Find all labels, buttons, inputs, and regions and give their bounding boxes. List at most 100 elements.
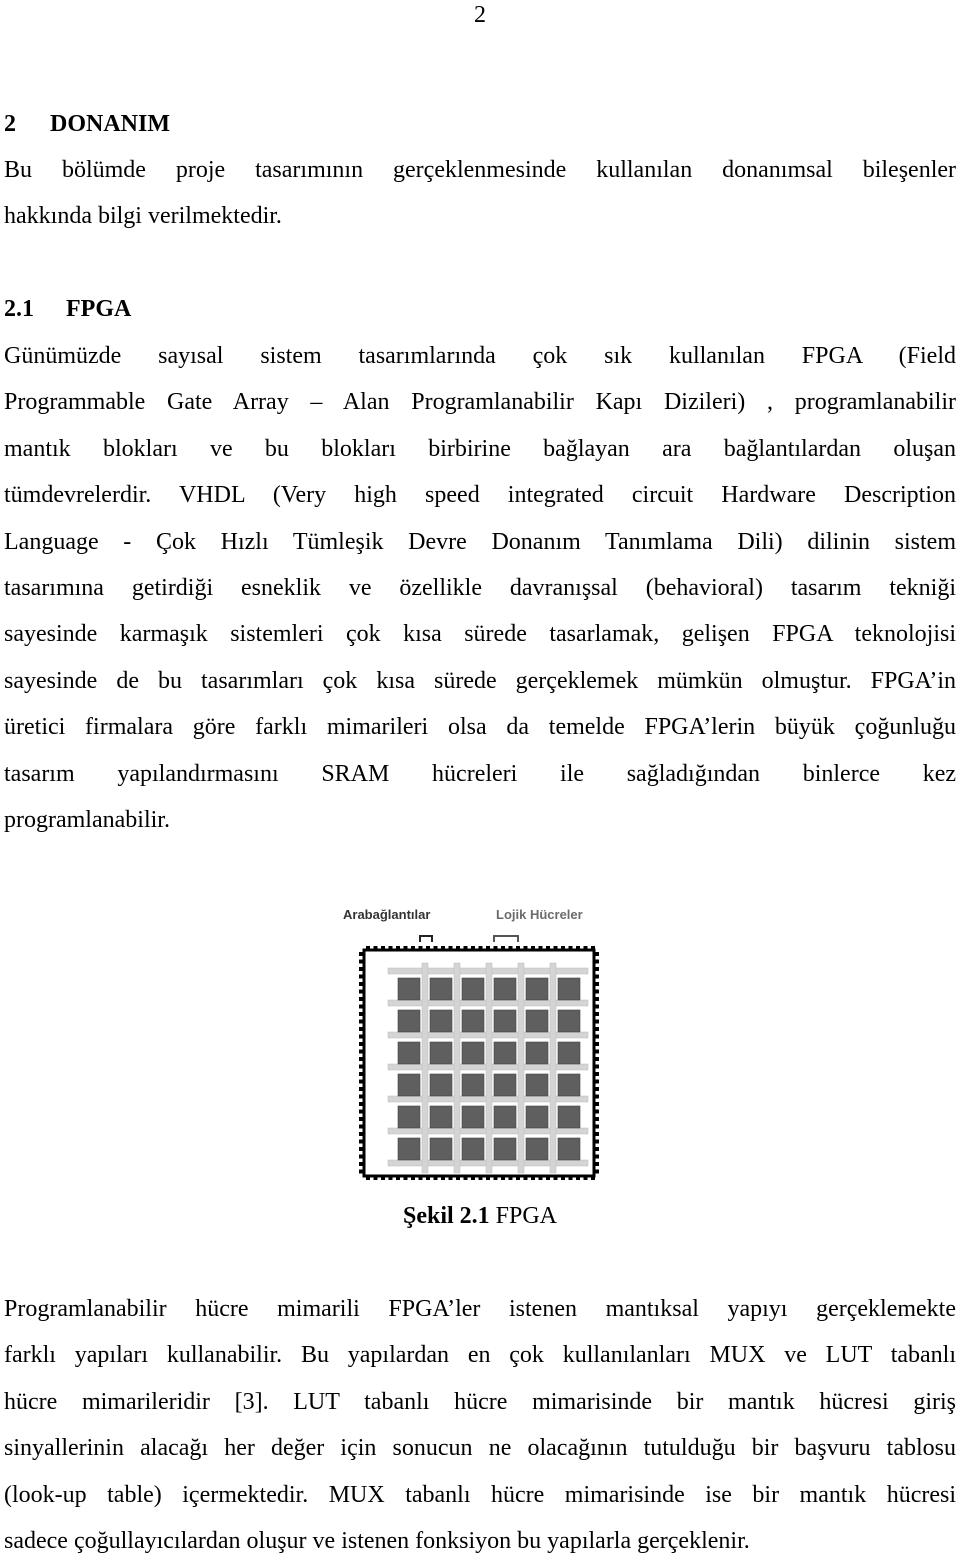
chip-pin bbox=[359, 1109, 364, 1114]
chip-pin bbox=[561, 946, 565, 951]
chip-pin bbox=[418, 946, 423, 951]
logic-cell bbox=[461, 1041, 485, 1065]
logic-cell bbox=[397, 1137, 421, 1161]
chip-pin bbox=[594, 1057, 599, 1061]
chapter-heading: 2 DONANIM bbox=[4, 109, 170, 139]
logic-cell bbox=[557, 1073, 581, 1097]
chip-pin bbox=[359, 1102, 364, 1106]
chip-pin bbox=[359, 1087, 364, 1091]
vertical-interconnect bbox=[453, 962, 461, 1174]
chip-pin bbox=[359, 1072, 364, 1076]
page-number: 2 bbox=[474, 2, 486, 28]
closing-paragraph: Programlanabilir hücre mimarili FPGA’ler… bbox=[4, 1286, 956, 1564]
logic-cell bbox=[493, 1041, 517, 1065]
chip-pin bbox=[594, 1019, 599, 1024]
chip-pin bbox=[594, 1064, 599, 1069]
vertical-interconnect bbox=[421, 962, 429, 1174]
chapter-number: 2 bbox=[4, 111, 16, 137]
logic-cell bbox=[493, 1105, 517, 1129]
logic-cell-bracket bbox=[493, 935, 519, 942]
paragraph-line: hakkında bilgi verilmektedir. bbox=[4, 203, 282, 230]
chip-pin bbox=[359, 1027, 364, 1031]
paragraph-line: Günümüzde sayısal sistem tasarımlarında … bbox=[4, 343, 956, 369]
chip-pin bbox=[441, 946, 445, 951]
logic-cell bbox=[557, 1009, 581, 1033]
paragraph-line: farklı yapıları kullanabilir. Bu yapılar… bbox=[4, 1342, 956, 1369]
figure-caption: Şekil 2.1 FPGA bbox=[0, 1201, 960, 1231]
logic-cell bbox=[493, 1009, 517, 1033]
logic-cell bbox=[493, 1137, 517, 1161]
chapter-title: DONANIM bbox=[50, 111, 170, 137]
chip-pin bbox=[359, 1117, 364, 1121]
chip-pin bbox=[594, 1117, 599, 1121]
chip-pin bbox=[388, 946, 393, 951]
chip-pin bbox=[426, 1175, 430, 1180]
logic-cell bbox=[493, 1073, 517, 1097]
chip-pin bbox=[594, 1049, 599, 1054]
logic-cell bbox=[525, 977, 549, 1001]
logic-cell bbox=[461, 1137, 485, 1161]
chip-pin bbox=[594, 959, 599, 964]
chip-pin bbox=[594, 1087, 599, 1091]
chip-pin bbox=[508, 946, 513, 951]
chip-pin bbox=[594, 1132, 599, 1136]
chip-pin bbox=[411, 1175, 415, 1180]
chip-pin bbox=[359, 1042, 364, 1046]
logic-cell bbox=[429, 1073, 453, 1097]
chip-pin bbox=[403, 946, 408, 951]
chip-pin bbox=[456, 946, 460, 951]
logic-cell bbox=[429, 1137, 453, 1161]
vertical-interconnect bbox=[485, 962, 493, 1174]
chip-pin bbox=[471, 946, 475, 951]
chip-pin bbox=[516, 1175, 520, 1180]
chip-pin bbox=[594, 1169, 599, 1174]
fpga-figure: Arabağlantılar Lojik Hücreler bbox=[340, 900, 610, 1185]
paragraph-line: Programlanabilir hücre mimarili FPGA’ler… bbox=[4, 1296, 956, 1322]
logic-cell bbox=[461, 1073, 485, 1097]
logic-cell bbox=[429, 977, 453, 1001]
chip-pin bbox=[359, 1004, 364, 1009]
chip-pin bbox=[426, 946, 430, 951]
logic-cell bbox=[557, 977, 581, 1001]
paragraph-line: sayesinde de bu tasarımları çok kısa sür… bbox=[4, 667, 956, 694]
chip-pin bbox=[359, 974, 364, 979]
chip-pin bbox=[576, 1175, 580, 1180]
chip-pin bbox=[568, 946, 573, 951]
chip-pin bbox=[523, 946, 528, 951]
vertical-interconnect bbox=[549, 962, 557, 1174]
paragraph-line: tasarım yapılandırmasını SRAM hücreleri … bbox=[4, 760, 956, 787]
logic-cell bbox=[397, 977, 421, 1001]
chip-pin bbox=[594, 952, 599, 956]
vertical-interconnect bbox=[517, 962, 525, 1174]
chip-pin bbox=[508, 1175, 513, 1180]
logic-cell bbox=[525, 1137, 549, 1161]
chip-pin bbox=[359, 1124, 364, 1129]
chip-pin bbox=[441, 1175, 445, 1180]
chip-pin bbox=[594, 967, 599, 971]
chip-pin bbox=[594, 1042, 599, 1046]
chip-pin bbox=[553, 1175, 558, 1180]
section-title: FPGA bbox=[66, 296, 132, 322]
chip-pin bbox=[594, 1124, 599, 1129]
chip-pin bbox=[553, 946, 558, 951]
interconnect-bracket bbox=[419, 935, 433, 942]
paragraph-line: tasarımına getirdiği esneklik ve özellik… bbox=[4, 574, 956, 601]
chip-pin bbox=[359, 967, 364, 971]
chip-pin bbox=[359, 1019, 364, 1024]
logic-cell bbox=[525, 1073, 549, 1097]
chip-pin bbox=[359, 1034, 364, 1039]
chip-pin bbox=[501, 946, 505, 951]
paragraph-line: sayesinde karmaşık sistemleri çok kısa s… bbox=[4, 621, 956, 648]
logic-cell bbox=[429, 1041, 453, 1065]
chip-pin bbox=[433, 1175, 438, 1180]
paragraph-line: Language - Çok Hızlı Tümleşik Devre Dona… bbox=[4, 528, 956, 555]
paragraph-line: hücre mimarileridir [3]. LUT tabanlı hüc… bbox=[4, 1388, 956, 1415]
chip-pin bbox=[583, 1175, 588, 1180]
chip-pin bbox=[594, 1004, 599, 1009]
chip-pin bbox=[359, 1162, 364, 1166]
chip-pin bbox=[531, 946, 535, 951]
chip-pin bbox=[359, 1147, 364, 1151]
logic-cell bbox=[461, 977, 485, 1001]
chip-pin bbox=[523, 1175, 528, 1180]
logic-cell bbox=[493, 977, 517, 1001]
